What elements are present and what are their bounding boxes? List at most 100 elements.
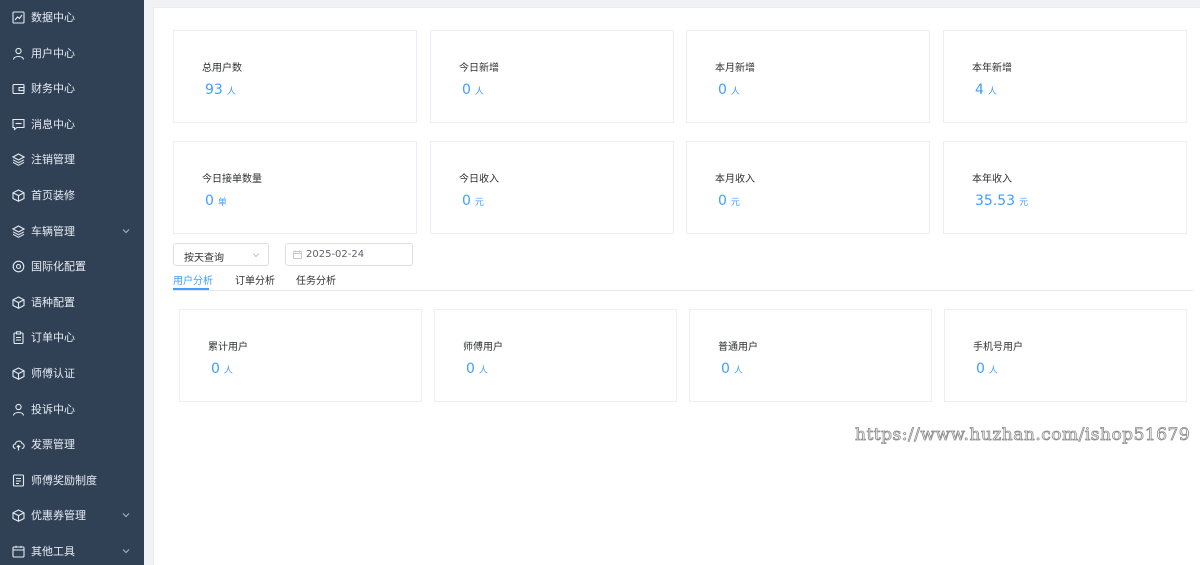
sidebar-item[interactable]: 师傅认证 xyxy=(0,356,144,392)
stat-number: 0 xyxy=(976,361,985,377)
stat-card: 今日新增 0 人 xyxy=(430,30,674,123)
stat-unit: 人 xyxy=(474,87,484,97)
calendar-icon xyxy=(293,250,302,259)
sidebar-item-label: 优惠券管理 xyxy=(31,509,86,523)
stat-card: 手机号用户 0 人 xyxy=(944,309,1187,402)
stat-card: 累计用户 0 人 xyxy=(179,309,422,402)
box-icon xyxy=(12,509,25,523)
stat-title: 今日接单数量 xyxy=(202,174,262,185)
chevron-down-icon xyxy=(122,511,130,519)
sidebar-item-label: 首页装修 xyxy=(31,189,75,202)
stat-value: 0人 xyxy=(466,358,488,377)
stat-unit: 人 xyxy=(987,87,997,97)
stat-value: 0元 xyxy=(462,190,484,209)
stat-value: 0人 xyxy=(721,358,743,377)
sidebar-item-label: 投诉中心 xyxy=(31,402,75,416)
sidebar-item[interactable]: 优惠券管理 xyxy=(0,498,144,534)
sidebar-item[interactable]: 订单中心 xyxy=(0,320,144,356)
stat-unit: 人 xyxy=(988,366,998,376)
layers-icon xyxy=(12,224,25,238)
stat-card: 今日收入 0 元 xyxy=(430,141,674,234)
chevron-down-icon xyxy=(122,227,130,235)
sidebar-item[interactable]: 语种配置 xyxy=(0,285,144,321)
analysis-tab[interactable]: 任务分析 xyxy=(296,272,336,291)
analysis-tab[interactable]: 订单分析 xyxy=(235,272,275,291)
stat-card: 本月收入 0 元 xyxy=(686,141,930,234)
sidebar-item[interactable]: 其他工具 xyxy=(0,534,144,565)
stat-value: 0单 xyxy=(205,190,227,209)
sidebar-item[interactable]: 师傅奖励制度 xyxy=(0,463,144,499)
sidebar-item[interactable]: 消息中心 xyxy=(0,107,144,143)
stat-title: 本月收入 xyxy=(715,174,755,185)
date-value: 2025-02-24 xyxy=(306,249,365,260)
document-icon xyxy=(12,474,25,487)
stat-title: 本年收入 xyxy=(972,174,1012,185)
stat-value: 4人 xyxy=(975,79,997,98)
stat-title: 手机号用户 xyxy=(973,342,1023,353)
sidebar-item-label: 师傅奖励制度 xyxy=(31,473,97,487)
stat-card: 总用户数 93 人 xyxy=(173,30,417,123)
sidebar: 数据中心用户中心财务中心 消息中心注销管理首页装修车辆管理 国际化配置 语种配置订单中… xyxy=(0,0,144,565)
active-tab-indicator xyxy=(173,288,209,290)
stat-number: 0 xyxy=(721,361,730,377)
stat-number: 93 xyxy=(205,82,223,98)
sidebar-item[interactable]: 投诉中心 xyxy=(0,392,144,428)
sidebar-item-label: 其他工具 xyxy=(31,545,75,558)
watermark-text: https://www.huzhan.com/ishop51679 xyxy=(855,425,1191,446)
sidebar-item[interactable]: 车辆管理 xyxy=(0,214,144,250)
stat-unit: 人 xyxy=(730,87,740,97)
stat-unit: 元 xyxy=(474,198,484,208)
stat-card: 普通用户 0 人 xyxy=(689,309,932,402)
stat-value: 0元 xyxy=(718,190,740,209)
sidebar-item[interactable]: 国际化配置 xyxy=(0,249,144,285)
stat-value: 0人 xyxy=(976,358,998,377)
sidebar-item[interactable]: 财务中心 xyxy=(0,71,144,107)
stat-card: 今日接单数量 0 单 xyxy=(173,141,417,234)
sidebar-item[interactable]: 用户中心 xyxy=(0,36,144,72)
stat-card: 本年收入 35.53 元 xyxy=(943,141,1187,234)
date-picker[interactable]: 2025-02-24 xyxy=(285,243,413,266)
calendar-icon xyxy=(12,545,25,558)
stat-value: 0人 xyxy=(211,358,233,377)
query-mode-select[interactable]: 按天查询 xyxy=(173,243,269,266)
user-icon xyxy=(12,403,25,416)
analysis-tabs: 用户分析 订单分析 任务分析 xyxy=(173,271,1193,291)
stat-card: 本月新增 0 人 xyxy=(686,30,930,123)
stat-value: 93 人 xyxy=(205,79,236,98)
stat-title: 今日新增 xyxy=(459,63,499,74)
sidebar-item-label: 注销管理 xyxy=(31,153,75,167)
clipboard-icon xyxy=(12,331,25,345)
stat-number: 0 xyxy=(211,361,220,377)
stat-title: 今日收入 xyxy=(459,174,499,185)
message-icon xyxy=(12,118,25,131)
sidebar-item[interactable]: 发票管理 xyxy=(0,427,144,463)
sidebar-item[interactable]: 注销管理 xyxy=(0,142,144,178)
stat-unit: 人 xyxy=(223,366,233,376)
box-icon xyxy=(12,296,25,309)
stat-number: 0 xyxy=(462,193,471,209)
stat-number: 0 xyxy=(462,82,471,98)
stat-number: 0 xyxy=(718,193,727,209)
settings-icon xyxy=(12,260,25,273)
layers-icon xyxy=(12,153,25,167)
stat-unit: 单 xyxy=(217,198,227,208)
sidebar-item-label: 师傅认证 xyxy=(31,367,75,380)
sidebar-item[interactable]: 数据中心 xyxy=(0,0,144,36)
stat-number: 0 xyxy=(205,193,214,209)
stat-value: 0人 xyxy=(462,79,484,98)
stat-number: 4 xyxy=(975,82,984,98)
stat-number: 0 xyxy=(718,82,727,98)
stat-unit: 人 xyxy=(733,366,743,376)
stat-unit: 元 xyxy=(1019,198,1029,208)
stat-title: 普通用户 xyxy=(718,342,758,353)
sidebar-item-label: 用户中心 xyxy=(31,46,75,60)
box-icon xyxy=(12,189,25,202)
chevron-down-icon xyxy=(122,547,130,555)
query-mode-value: 按天查询 xyxy=(184,253,224,264)
stat-number: 0 xyxy=(466,361,475,377)
stat-unit: 人 xyxy=(226,87,236,97)
box-icon xyxy=(12,367,25,380)
stat-title: 总用户数 xyxy=(202,63,242,74)
sidebar-item-label: 订单中心 xyxy=(31,331,75,345)
sidebar-item[interactable]: 首页装修 xyxy=(0,178,144,214)
